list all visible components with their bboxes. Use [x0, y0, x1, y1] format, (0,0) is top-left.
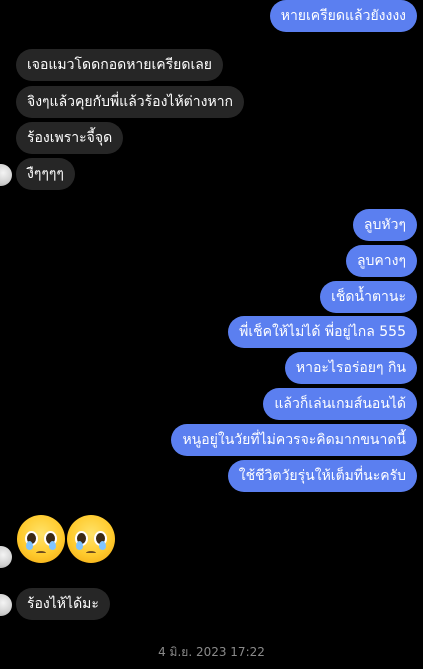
message-outgoing[interactable]: แล้วก็เล่นเกมส์นอนได้ — [263, 388, 417, 420]
message-text: หาอะไรอร่อยๆ กิน — [295, 360, 406, 376]
message-text: ร้องเพราะจี้จุด — [27, 130, 113, 146]
avatar[interactable] — [0, 546, 12, 568]
chat-thread: หายเครียดแล้วยังงงง เจอแมวโดดกอดหายเครีย… — [0, 0, 423, 669]
message-text: เจอแมวโดดกอดหายเครียดเลย — [27, 57, 213, 73]
pleading-face-icon[interactable] — [67, 515, 115, 563]
message-text: แล้วก็เล่นเกมส์นอนได้ — [274, 396, 406, 412]
message-text: ลูบหัวๆ — [363, 217, 406, 233]
message-text: งืๆๆๆๆ — [27, 166, 64, 182]
message-text: ลูบคางๆ — [356, 253, 406, 269]
message-outgoing[interactable]: ลูบหัวๆ — [352, 209, 417, 241]
message-text: ร้องไห้ได้มะ — [27, 596, 99, 612]
message-outgoing[interactable]: หาอะไรอร่อยๆ กิน — [284, 352, 417, 384]
message-outgoing[interactable]: พี่เช็คให้ไม่ได้ พี่อยู่ไกล 555 — [228, 316, 417, 348]
message-text: พี่เช็คให้ไม่ได้ พี่อยู่ไกล 555 — [239, 324, 406, 340]
message-text: หนูอยู่ในวัยที่ไม่ควรจะคิดมากขนาดนี้ — [182, 432, 406, 448]
message-incoming[interactable]: ร้องเพราะจี้จุด — [16, 122, 124, 154]
message-text: เช็ดน้ำตานะ — [331, 289, 406, 305]
pleading-face-icon[interactable] — [17, 515, 65, 563]
timestamp: 4 มิ.ย. 2023 17:22 — [158, 645, 265, 659]
message-outgoing[interactable]: ใช้ชีวิตวัยรุ่นให้เต็มที่นะครับ — [227, 460, 417, 492]
avatar[interactable] — [0, 594, 12, 616]
message-text: จิงๆแล้วคุยกับพี่แล้วร้องไห้ต่างหาก — [27, 94, 234, 110]
message-outgoing[interactable]: ลูบคางๆ — [345, 245, 417, 277]
message-incoming[interactable]: เจอแมวโดดกอดหายเครียดเลย — [16, 49, 224, 81]
message-incoming[interactable]: จิงๆแล้วคุยกับพี่แล้วร้องไห้ต่างหาก — [16, 86, 245, 118]
message-outgoing[interactable]: หายเครียดแล้วยังงงง — [269, 0, 417, 32]
message-outgoing[interactable]: หนูอยู่ในวัยที่ไม่ควรจะคิดมากขนาดนี้ — [171, 424, 417, 456]
message-incoming[interactable]: ร้องไห้ได้มะ — [16, 588, 110, 620]
message-incoming[interactable]: งืๆๆๆๆ — [16, 158, 75, 190]
message-text: หายเครียดแล้วยังงงง — [280, 8, 406, 24]
message-outgoing[interactable]: เช็ดน้ำตานะ — [320, 281, 417, 313]
avatar[interactable] — [0, 164, 12, 186]
message-text: ใช้ชีวิตวัยรุ่นให้เต็มที่นะครับ — [238, 468, 406, 484]
